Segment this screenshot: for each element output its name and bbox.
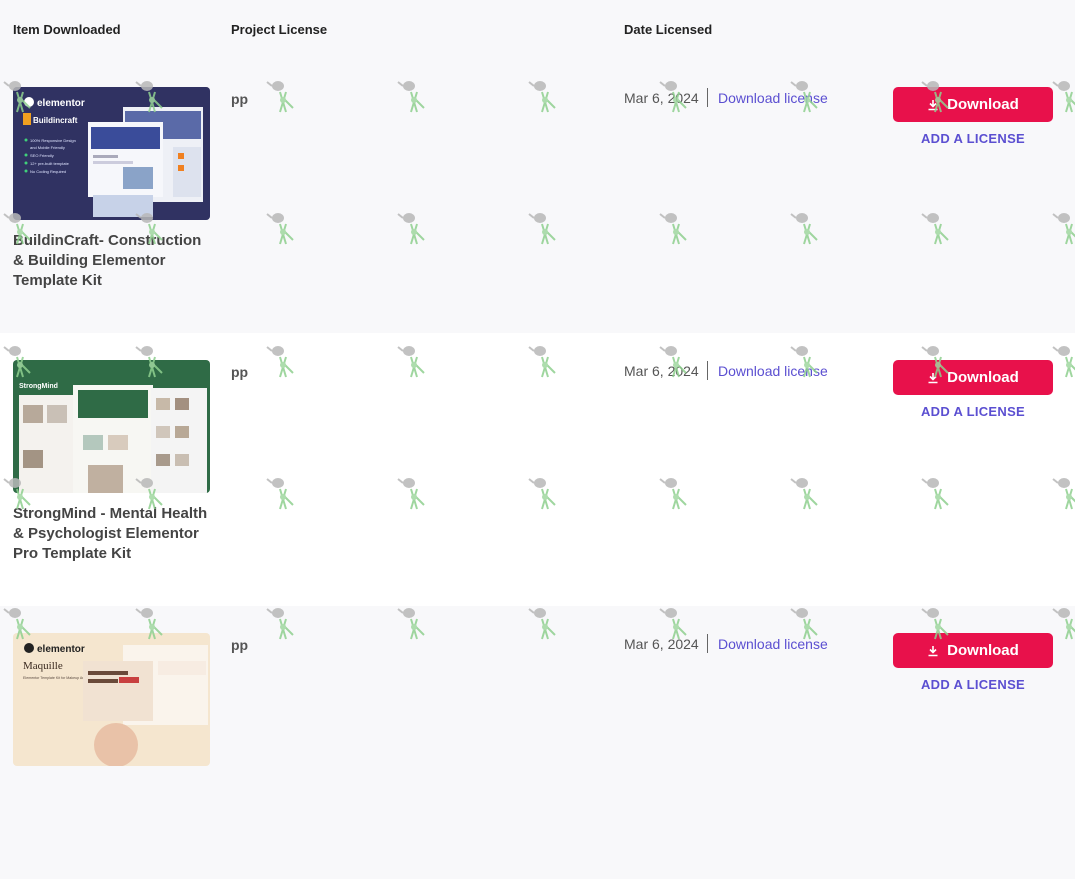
- download-icon: [928, 372, 938, 383]
- download-icon: [928, 645, 938, 656]
- header-date-licensed: Date Licensed: [624, 22, 713, 37]
- svg-text:Maquille: Maquille: [23, 660, 63, 672]
- download-license-link[interactable]: Download license: [718, 90, 828, 106]
- date-licensed-value: Mar 6, 2024: [624, 636, 699, 652]
- item-thumbnail[interactable]: StrongMind: [13, 360, 210, 493]
- project-license-value: pp: [231, 91, 249, 107]
- download-icon: [928, 99, 938, 110]
- svg-text:elementor: elementor: [37, 644, 85, 655]
- separator: [707, 634, 708, 653]
- table-row: StrongMind StrongMind - Mental Health & …: [0, 333, 1075, 606]
- header-item-downloaded: Item Downloaded: [13, 22, 121, 37]
- download-button[interactable]: Download: [893, 360, 1053, 395]
- svg-text:and Mobile Friendly: and Mobile Friendly: [30, 145, 65, 150]
- download-button-label: Download: [947, 369, 1019, 386]
- separator: [707, 361, 708, 380]
- download-license-link[interactable]: Download license: [718, 636, 828, 652]
- item-thumbnail[interactable]: elementor Buildincraft 100% Responsive D…: [13, 87, 210, 220]
- separator: [707, 88, 708, 107]
- download-button[interactable]: Download: [893, 87, 1053, 122]
- svg-text:Buildincraft: Buildincraft: [33, 116, 78, 125]
- svg-text:elementor: elementor: [37, 98, 85, 109]
- project-license-value: pp: [231, 637, 249, 653]
- add-license-link[interactable]: ADD A LICENSE: [893, 131, 1053, 146]
- table-header: Item Downloaded Project License Date Lic…: [0, 0, 1075, 60]
- svg-text:No Coding Required: No Coding Required: [30, 169, 66, 174]
- svg-text:100% Responsive Design: 100% Responsive Design: [30, 138, 76, 143]
- add-license-link[interactable]: ADD A LICENSE: [893, 404, 1053, 419]
- item-thumbnail[interactable]: elementor Maquille Elementor Template Ki…: [13, 633, 210, 766]
- date-licensed-value: Mar 6, 2024: [624, 90, 699, 106]
- download-button-label: Download: [947, 96, 1019, 113]
- item-title[interactable]: BuildinCraft- Construction & Building El…: [13, 231, 213, 291]
- download-license-link[interactable]: Download license: [718, 363, 828, 379]
- svg-text:SEO Friendly: SEO Friendly: [30, 153, 54, 158]
- download-button-label: Download: [947, 642, 1019, 659]
- date-licensed-value: Mar 6, 2024: [624, 363, 699, 379]
- download-button[interactable]: Download: [893, 633, 1053, 668]
- item-title[interactable]: StrongMind - Mental Health & Psychologis…: [13, 504, 213, 564]
- table-row: elementor Buildincraft 100% Responsive D…: [0, 60, 1075, 333]
- header-project-license: Project License: [231, 22, 328, 37]
- svg-text:12+ pre-built template: 12+ pre-built template: [30, 161, 70, 166]
- project-license-value: pp: [231, 364, 249, 380]
- svg-text:StrongMind: StrongMind: [19, 383, 58, 390]
- add-license-link[interactable]: ADD A LICENSE: [893, 677, 1053, 692]
- table-row: elementor Maquille Elementor Template Ki…: [0, 606, 1075, 879]
